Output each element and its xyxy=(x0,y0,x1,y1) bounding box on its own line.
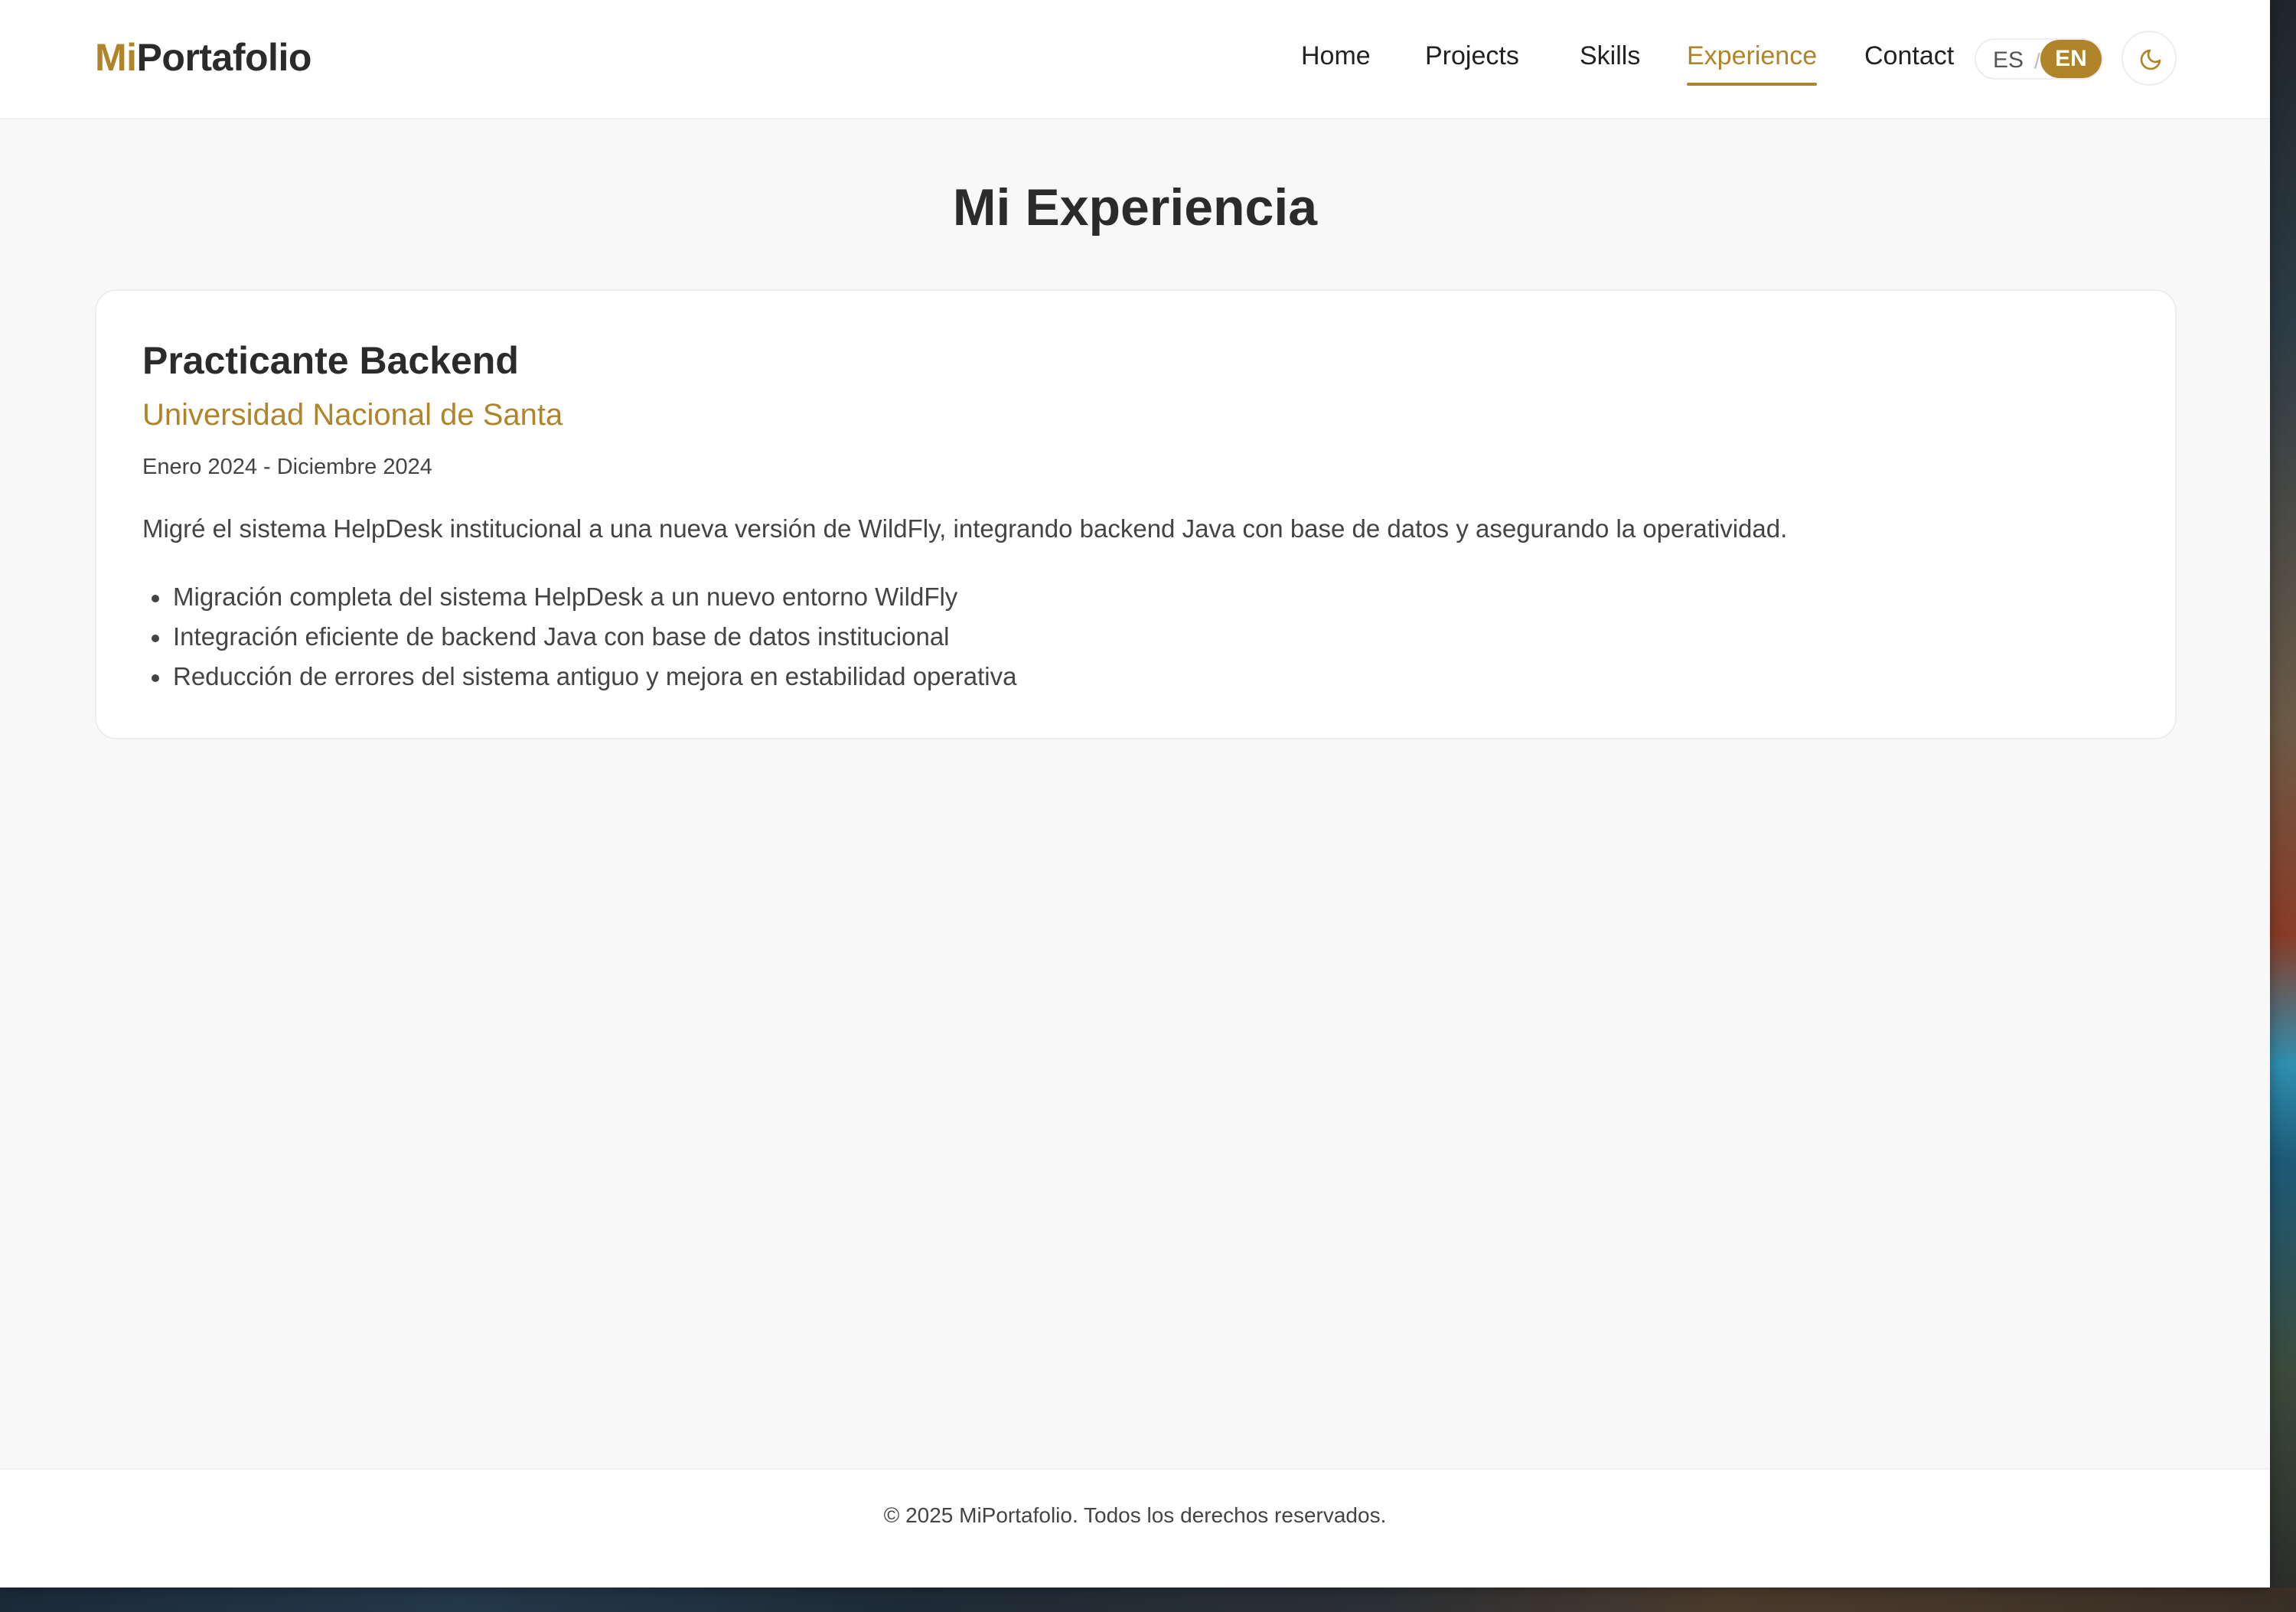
nav-item-skills[interactable]: Skills xyxy=(1580,41,1640,71)
nav-item-experience[interactable]: Experience xyxy=(1687,41,1818,86)
language-separator: / xyxy=(2034,49,2040,73)
site-header: MiPortafolio Home Projects Skills Experi… xyxy=(0,0,2270,119)
theme-toggle-button[interactable] xyxy=(2122,31,2177,86)
site-logo[interactable]: MiPortafolio xyxy=(95,35,311,80)
language-toggle: ES / EN xyxy=(1975,38,2103,80)
experience-card: Practicante Backend Universidad Nacional… xyxy=(95,289,2177,739)
job-description: Migré el sistema HelpDesk institucional … xyxy=(142,514,1788,543)
achievements-list: Migración completa del sistema HelpDesk … xyxy=(142,577,1016,697)
logo-text: Portafolio xyxy=(136,36,312,79)
moon-icon xyxy=(2140,49,2161,70)
desktop-background-right xyxy=(2270,0,2296,1612)
company-name: Universidad Nacional de Santa xyxy=(142,398,563,432)
nav-item-contact[interactable]: Contact xyxy=(1864,41,1954,71)
list-item: Migración completa del sistema HelpDesk … xyxy=(142,577,1016,617)
copyright-text: © 2025 MiPortafolio. Todos los derechos … xyxy=(883,1503,1387,1527)
list-item: Reducción de errores del sistema antiguo… xyxy=(142,657,1016,697)
language-option-es[interactable]: ES xyxy=(1993,47,2024,73)
browser-window: MiPortafolio Home Projects Skills Experi… xyxy=(0,0,2270,1588)
nav-item-projects[interactable]: Projects xyxy=(1425,41,1519,71)
job-period: Enero 2024 - Diciembre 2024 xyxy=(142,455,432,479)
language-option-en[interactable]: EN xyxy=(2040,40,2102,78)
page-title: Mi Experiencia xyxy=(952,178,1318,237)
desktop-background-bottom xyxy=(0,1588,2296,1612)
nav-item-home[interactable]: Home xyxy=(1301,41,1371,71)
list-item: Integración eficiente de backend Java co… xyxy=(142,617,1016,657)
site-footer: © 2025 MiPortafolio. Todos los derechos … xyxy=(0,1468,2270,1588)
logo-accent-text: Mi xyxy=(95,36,137,79)
job-title: Practicante Backend xyxy=(142,339,519,382)
